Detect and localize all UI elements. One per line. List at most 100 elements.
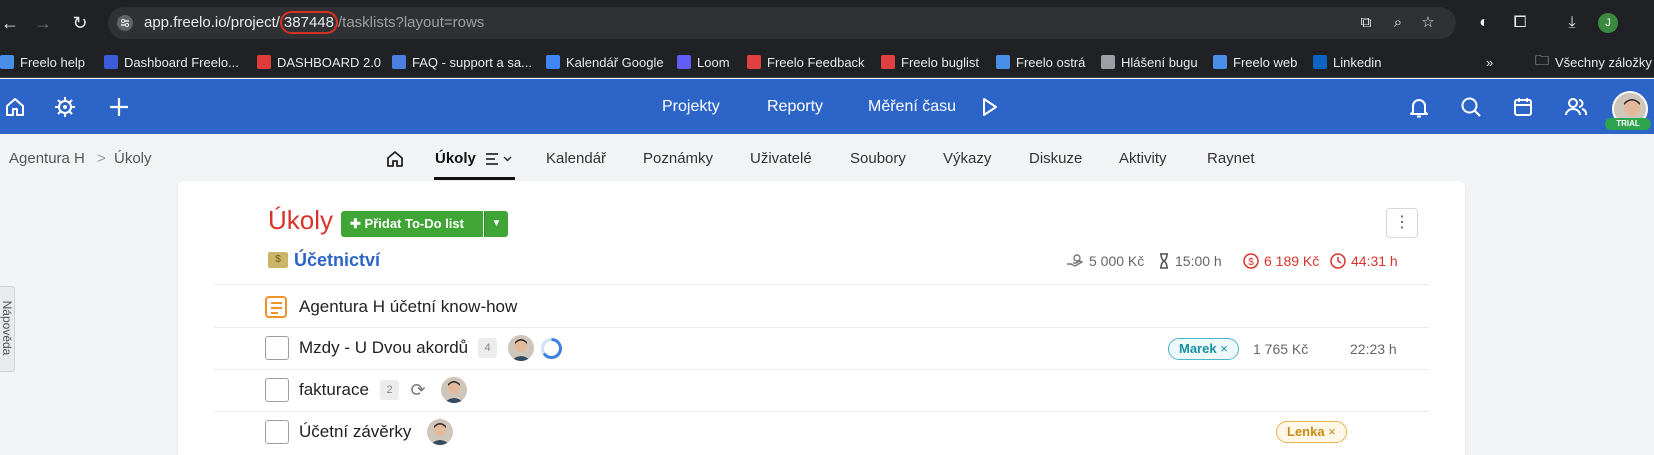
bookmark-item[interactable]: Freelo Feedback [747,46,865,78]
play-timer-icon[interactable] [976,94,1002,120]
bookmark-favicon-icon [546,55,560,69]
bookmark-item[interactable]: FAQ - support a sa... [392,46,532,78]
bookmark-label: Loom [697,54,730,70]
assignee-avatar[interactable] [427,419,453,445]
divider [214,411,1429,412]
tab-uzivatele[interactable]: Uživatelé [750,150,812,167]
nav-reporty[interactable]: Reporty [767,79,823,134]
download-icon[interactable]: ⤓ [1562,13,1582,33]
team-users-icon[interactable] [1563,94,1589,120]
tab-diskuze[interactable]: Diskuze [1029,150,1082,167]
url-text[interactable]: app.freelo.io/project/387448/tasklists?l… [144,7,484,39]
add-todo-list-button[interactable]: ✚ Přidat To-Do list [341,211,483,237]
all-bookmarks-folder[interactable]: 🗀 Všechny záložky [1535,46,1652,78]
bookmark-star-icon[interactable]: ☆ [1420,15,1436,31]
tag-lenka[interactable]: Lenka × [1276,421,1347,443]
active-tab-indicator [434,177,515,180]
tab-kalendar[interactable]: Kalendář [546,150,606,167]
nav-mereni-casu[interactable]: Měření času [868,79,956,134]
tag-remove-icon[interactable]: × [1328,424,1336,439]
assignee-avatar[interactable] [508,335,534,361]
bookmark-favicon-icon [0,55,14,69]
help-side-tab[interactable]: Nápověda [0,286,15,372]
layout-switch-icon[interactable] [485,152,515,170]
assignee-avatar[interactable] [441,377,467,403]
search-icon[interactable] [1458,94,1484,120]
site-info-icon[interactable] [116,14,134,32]
task-checkbox[interactable] [265,420,289,444]
tab-aktivity[interactable]: Aktivity [1119,150,1167,167]
bookmark-label: Freelo buglist [901,54,980,70]
clock-icon [1330,253,1346,269]
task-name[interactable]: fakturace [299,380,369,400]
bookmark-item[interactable]: Freelo help [0,46,85,78]
budget-value: 5 000 Kč [1089,253,1145,269]
estimate-stat: 15:00 h [1158,253,1222,269]
budget-stat: 5 000 Kč [1066,253,1144,269]
back-icon[interactable]: ← [0,13,20,33]
bookmark-favicon-icon [257,55,271,69]
home-icon[interactable] [2,94,28,120]
tab-poznamky[interactable]: Poznámky [643,150,713,167]
url-project-id-highlight: 387448 [279,11,338,34]
password-manager-icon[interactable]: ◐ [1474,13,1494,33]
forward-icon[interactable]: → [33,13,53,33]
progress-ring-icon [541,338,562,359]
tab-vykazy[interactable]: Výkazy [943,150,991,167]
bookmark-label: DASHBOARD 2.0 [277,54,382,70]
settings-wheel-icon[interactable] [52,94,78,120]
bookmarks-bar: Freelo help Dashboard Freelo... DASHBOARD … [0,46,1654,78]
divider [214,284,1429,285]
open-in-app-icon[interactable]: ⧉ [1358,15,1374,31]
time-spent-value: 44:31 h [1351,253,1398,269]
plus-icon: ✚ [350,216,361,231]
task-checkbox[interactable] [265,336,289,360]
breadcrumb-project[interactable]: Agentura H [9,150,85,167]
notifications-bell-icon[interactable] [1406,94,1432,120]
cost-coin-icon: $ [1243,253,1259,269]
project-home-icon[interactable] [385,149,405,173]
divider [214,327,1429,328]
address-bar[interactable]: app.freelo.io/project/387448/tasklists?l… [108,7,1456,39]
bookmark-label: Freelo web [1233,54,1298,70]
bookmark-label: Freelo Feedback [767,54,865,70]
trial-badge: TRIAL [1605,118,1651,130]
nav-projekty[interactable]: Projekty [662,79,720,134]
tag-remove-icon[interactable]: × [1220,341,1228,356]
bookmark-item[interactable]: Freelo web [1213,46,1297,78]
bookmark-label: FAQ - support a sa... [412,54,532,70]
bookmark-label: Linkedin [1333,54,1382,70]
bookmark-favicon-icon [392,55,406,69]
tab-raynet[interactable]: Raynet [1207,150,1255,167]
bookmarks-overflow-icon[interactable]: » [1486,46,1493,78]
note-title[interactable]: Agentura H účetní know-how [299,297,517,317]
add-icon[interactable] [106,94,132,120]
bookmark-item[interactable]: Loom [677,46,730,78]
bookmark-item[interactable]: DASHBOARD 2.0 [257,46,381,78]
bookmark-item[interactable]: Linkedin [1313,46,1381,78]
reload-icon[interactable]: ↻ [70,13,90,33]
bookmark-item[interactable]: Dashboard Freelo... [104,46,239,78]
folder-icon: 🗀 [1535,52,1549,68]
task-name[interactable]: Mzdy - U Dvou akordů [299,338,468,358]
profile-avatar[interactable]: J [1598,13,1618,33]
bookmark-item[interactable]: Kalendář Google [546,46,664,78]
bookmark-item[interactable]: Hlášení bugu [1101,46,1198,78]
more-options-icon[interactable]: ⋮ [1386,208,1418,238]
tasklist-title[interactable]: Účetnictví [294,250,380,271]
url-suffix: /tasklists?layout=rows [337,14,485,31]
bookmark-item[interactable]: Freelo ostrá [996,46,1085,78]
bookmark-item[interactable]: Freelo buglist [881,46,979,78]
task-name[interactable]: Účetní závěrky [299,422,411,442]
zoom-icon[interactable]: ⌕ [1390,15,1406,31]
add-todo-list-dropdown[interactable]: ▼ [484,211,508,237]
task-checkbox[interactable] [265,378,289,402]
calendar-icon[interactable] [1510,94,1536,120]
extensions-icon[interactable]: ⧠ [1510,13,1530,33]
tab-ukoly[interactable]: Úkoly [435,150,476,167]
tab-soubory[interactable]: Soubory [850,150,906,167]
divider [214,369,1429,370]
breadcrumb-current: Úkoly [114,150,152,167]
tag-marek[interactable]: Marek × [1168,338,1239,360]
tag-label: Lenka [1287,424,1325,439]
